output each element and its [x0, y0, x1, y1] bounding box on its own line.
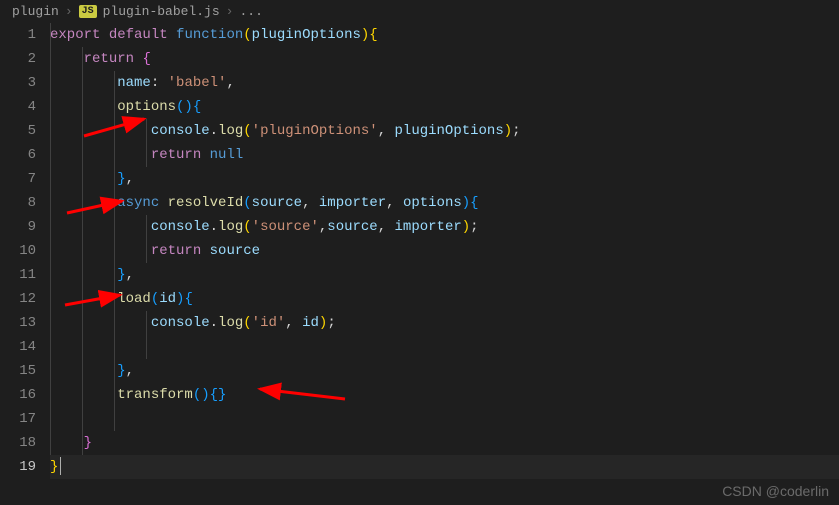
code-line: load(id){ — [50, 287, 839, 311]
code-line: }, — [50, 359, 839, 383]
code-line: }, — [50, 263, 839, 287]
watermark: CSDN @coderlin — [722, 483, 829, 499]
breadcrumb[interactable]: plugin › JS plugin-babel.js › ... — [0, 0, 839, 23]
code-line: console.log('source',source, importer); — [50, 215, 839, 239]
code-line: }, — [50, 167, 839, 191]
code-line: return source — [50, 239, 839, 263]
code-line: } — [50, 455, 839, 479]
code-line: export default function(pluginOptions){ — [50, 23, 839, 47]
breadcrumb-more[interactable]: ... — [239, 4, 262, 19]
line-number-gutter: 1 2 3 4 5 6 7 8 9 10 11 12 13 14 15 16 1… — [0, 23, 50, 479]
breadcrumb-file[interactable]: plugin-babel.js — [103, 4, 220, 19]
chevron-right-icon: › — [65, 4, 73, 19]
chevron-right-icon: › — [226, 4, 234, 19]
code-line: return { — [50, 47, 839, 71]
code-line: transform(){} — [50, 383, 839, 407]
code-line: options(){ — [50, 95, 839, 119]
code-line: async resolveId(source, importer, option… — [50, 191, 839, 215]
breadcrumb-folder[interactable]: plugin — [12, 4, 59, 19]
code-line: name: 'babel', — [50, 71, 839, 95]
code-line — [50, 407, 839, 431]
code-line: return null — [50, 143, 839, 167]
code-line: console.log('id', id); — [50, 311, 839, 335]
code-content[interactable]: export default function(pluginOptions){ … — [50, 23, 839, 479]
code-line: } — [50, 431, 839, 455]
code-editor[interactable]: 1 2 3 4 5 6 7 8 9 10 11 12 13 14 15 16 1… — [0, 23, 839, 479]
cursor — [60, 457, 61, 475]
code-line — [50, 335, 839, 359]
js-file-icon: JS — [79, 5, 97, 18]
code-line: console.log('pluginOptions', pluginOptio… — [50, 119, 839, 143]
